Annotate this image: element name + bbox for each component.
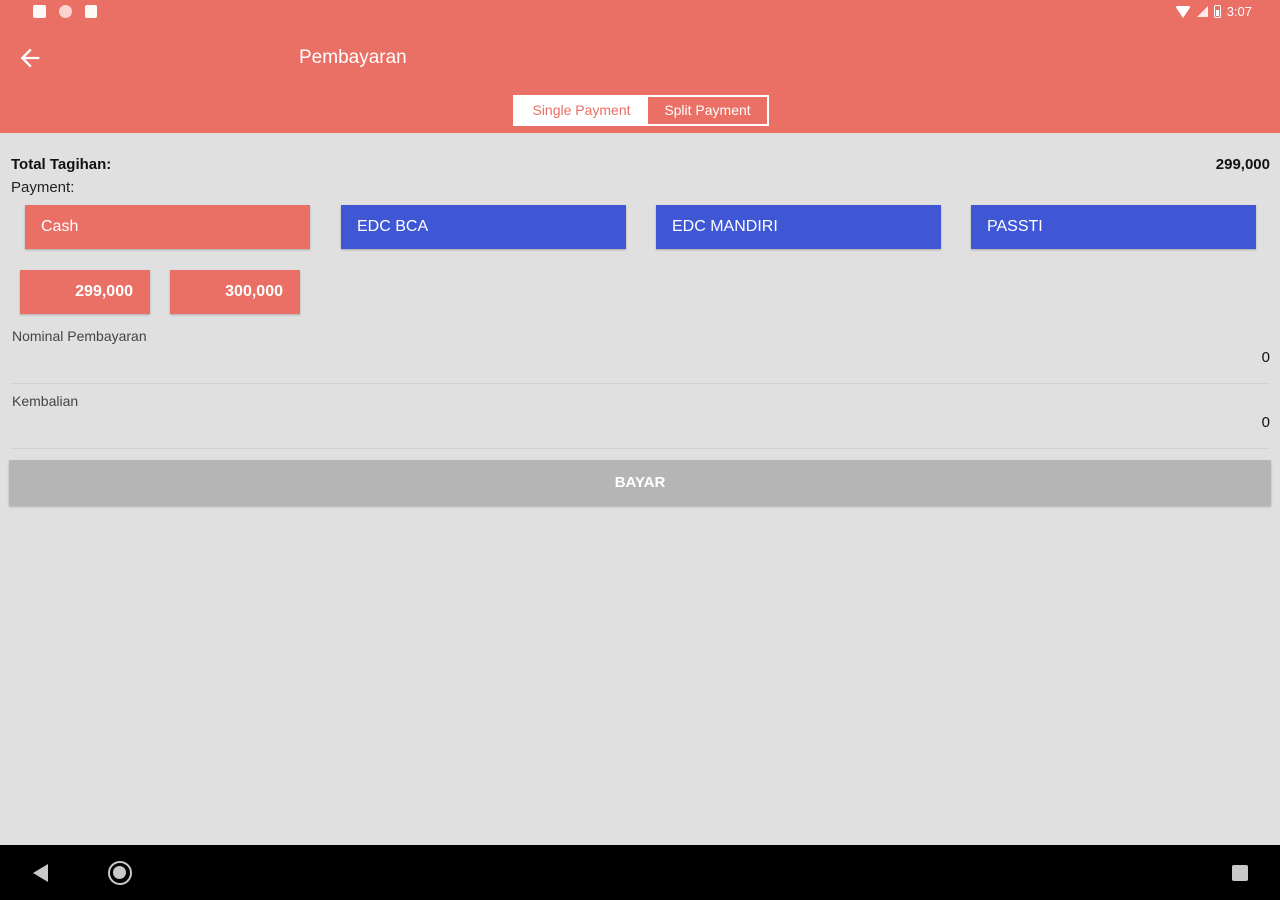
status-time: 3:07 (1226, 4, 1252, 19)
notification-icon (33, 5, 46, 18)
payment-edc-mandiri-button[interactable]: EDC MANDIRI (656, 205, 941, 249)
total-value: 299,000 (1215, 156, 1270, 173)
change-label: Kembalian (12, 393, 79, 409)
nominal-input[interactable]: 0 (1262, 349, 1270, 366)
page-title: Pembayaran (299, 47, 407, 68)
divider (10, 448, 1270, 449)
pay-button[interactable]: BAYAR (9, 460, 1271, 506)
payment-passti-button[interactable]: PASSTI (971, 205, 1256, 249)
total-label: Total Tagihan: (11, 156, 112, 173)
app-bar: 3:07 Pembayaran Single Payment Split Pay… (0, 0, 1280, 133)
status-bar: 3:07 (0, 0, 1280, 26)
status-system: 3:07 (1174, 4, 1252, 19)
signal-icon (1196, 6, 1208, 17)
wifi-icon (1174, 5, 1191, 18)
tab-single-payment[interactable]: Single Payment (515, 97, 648, 124)
tab-split-payment[interactable]: Split Payment (648, 97, 767, 124)
quick-amount-button[interactable]: 299,000 (20, 270, 150, 314)
sd-card-icon (85, 5, 97, 18)
system-nav-bar (0, 845, 1280, 900)
divider (10, 383, 1270, 384)
payment-cash-button[interactable]: Cash (25, 205, 310, 249)
nav-back-icon[interactable] (33, 864, 48, 882)
back-arrow-icon[interactable] (16, 44, 44, 72)
payment-edc-bca-button[interactable]: EDC BCA (341, 205, 626, 249)
payment-label: Payment: (11, 179, 75, 196)
change-value: 0 (1261, 414, 1270, 431)
quick-amount-button[interactable]: 300,000 (170, 270, 300, 314)
nav-recents-icon[interactable] (1232, 865, 1248, 881)
sync-icon (59, 5, 72, 18)
status-notifications (33, 5, 97, 18)
payment-mode-tabs: Single Payment Split Payment (513, 95, 769, 126)
nav-home-icon[interactable] (108, 861, 132, 885)
nominal-label: Nominal Pembayaran (12, 328, 147, 344)
battery-icon (1213, 5, 1221, 18)
